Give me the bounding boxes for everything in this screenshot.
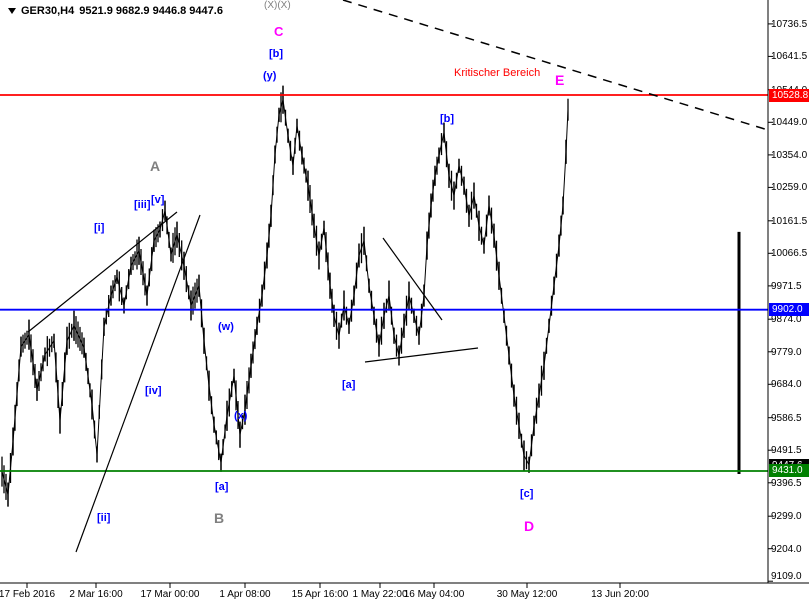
wave-label[interactable]: C — [274, 25, 283, 38]
price-axis-label: 9491.5 — [771, 445, 802, 456]
time-axis-label: 2 Mar 16:00 — [69, 589, 122, 600]
wave-label[interactable]: Kritischer Bereich — [454, 68, 540, 79]
chart-canvas — [0, 0, 809, 607]
price-axis-label: 9684.0 — [771, 379, 802, 390]
wave-label[interactable]: [a] — [215, 482, 228, 493]
price-axis-label: 10161.5 — [771, 216, 807, 227]
wave-label[interactable]: [c] — [520, 489, 533, 500]
chart-window: GER30,H4 9521.9 9682.9 9446.8 9447.6 (X)… — [0, 0, 809, 607]
price-axis-label: 9204.0 — [771, 544, 802, 555]
descending-dashed-trendline[interactable] — [343, 0, 768, 130]
wave-label[interactable]: [v] — [151, 195, 164, 206]
wave-label[interactable]: [b] — [269, 49, 283, 60]
mid-line-tag: 9902.0 — [769, 303, 809, 316]
left-steep-trendline[interactable] — [76, 215, 200, 552]
wave-label[interactable]: [b] — [440, 114, 454, 125]
time-axis-label: 1 May 22:00 — [352, 589, 407, 600]
wave-label[interactable]: A — [150, 159, 160, 173]
time-axis-label: 16 May 04:00 — [404, 589, 465, 600]
price-axis-label: 9109.0 — [771, 571, 802, 582]
time-axis-label: 30 May 12:00 — [497, 589, 558, 600]
resistance-line-tag: 10528.8 — [769, 89, 809, 102]
mid-ascending-trendline[interactable] — [365, 348, 478, 362]
wave-label[interactable]: (y) — [263, 71, 276, 82]
time-axis-label: 15 Apr 16:00 — [292, 589, 349, 600]
wave-label[interactable]: E — [555, 73, 564, 87]
chart-title: GER30,H4 9521.9 9682.9 9446.8 9447.6 — [8, 5, 223, 17]
price-axis-label: 10066.5 — [771, 248, 807, 259]
wave-label[interactable]: (x) — [234, 411, 247, 422]
price-axis-label: 9396.5 — [771, 478, 802, 489]
symbol-timeframe-label: GER30,H4 — [21, 5, 74, 17]
wave-label[interactable]: [a] — [342, 380, 355, 391]
time-axis-label: 17 Mar 00:00 — [141, 589, 200, 600]
price-axis-label: 10354.0 — [771, 150, 807, 161]
price-axis-label: 10641.5 — [771, 51, 807, 62]
wave-label[interactable]: (w) — [218, 322, 234, 333]
price-path — [2, 100, 568, 495]
price-axis-label: 9971.5 — [771, 281, 802, 292]
price-axis-label: 9299.0 — [771, 511, 802, 522]
price-axis-label: 9586.5 — [771, 413, 802, 424]
support-line-tag: 9431.0 — [769, 464, 809, 477]
wave-label[interactable]: (X)(X) — [264, 1, 291, 11]
wave-label[interactable]: [ii] — [97, 513, 110, 524]
wave-label[interactable]: B — [214, 511, 224, 525]
price-axis-label: 9779.0 — [771, 347, 802, 358]
wave-label[interactable]: [i] — [94, 223, 104, 234]
symbol-dropdown-icon[interactable] — [8, 8, 16, 14]
price-axis-label: 10736.5 — [771, 19, 807, 30]
wave-label[interactable]: [iii] — [134, 200, 151, 211]
wave-label[interactable]: D — [524, 519, 534, 533]
time-axis-label: 13 Jun 20:00 — [591, 589, 649, 600]
time-axis-label: 1 Apr 08:00 — [219, 589, 270, 600]
price-axis-label: 10449.0 — [771, 117, 807, 128]
time-axis-label: 17 Feb 2016 — [0, 589, 55, 600]
ohlc-values: 9521.9 9682.9 9446.8 9447.6 — [79, 5, 223, 17]
wave-label[interactable]: [iv] — [145, 386, 162, 397]
price-axis-label: 10259.0 — [771, 182, 807, 193]
